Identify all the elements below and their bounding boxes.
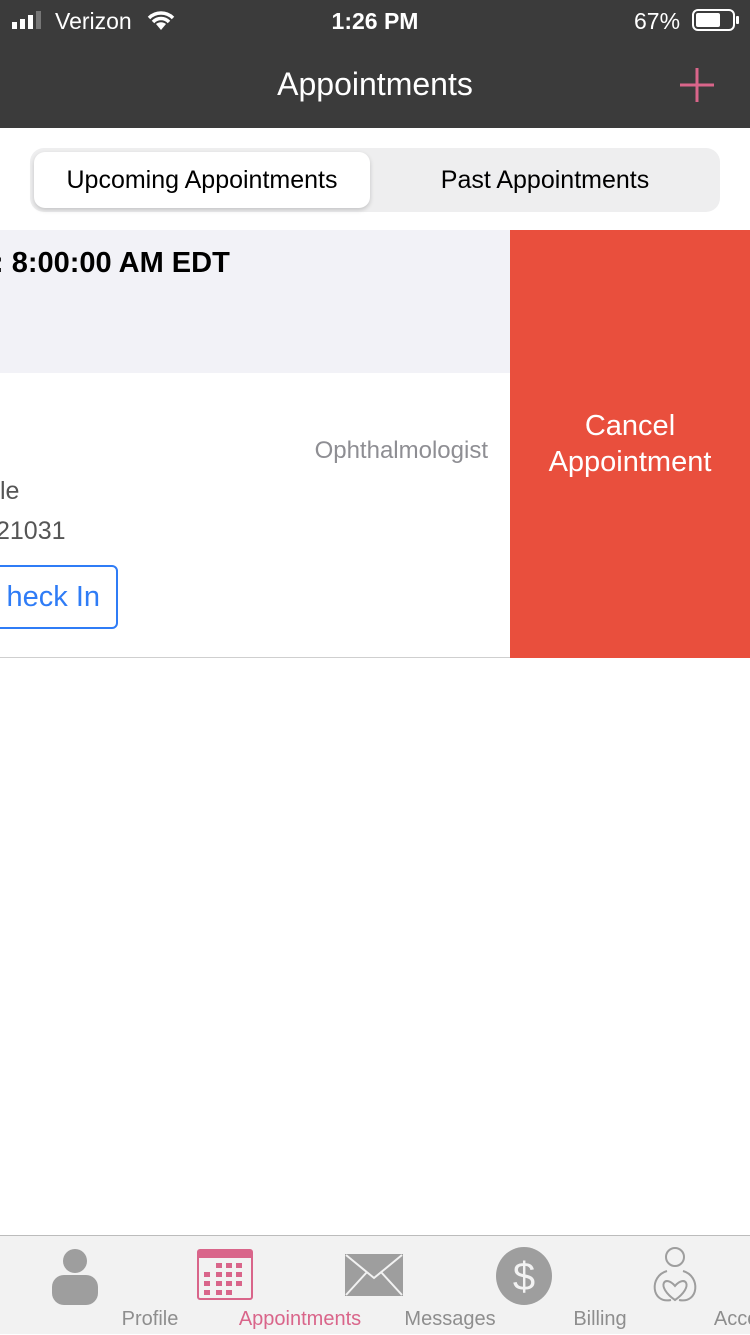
envelope-icon (345, 1254, 403, 1296)
tab-upcoming-appointments[interactable]: Upcoming Appointments (34, 152, 370, 208)
tab-profile[interactable]: Profile (0, 1236, 178, 1335)
appointments-segmented-control: Upcoming Appointments Past Appointments (30, 148, 720, 212)
tab-account[interactable]: Account (600, 1236, 750, 1335)
calendar-icon (197, 1249, 253, 1300)
appointment-header: : 8:00:00 AM EDT (0, 230, 510, 373)
dollar-icon: $ (496, 1247, 552, 1305)
tab-label: Account (713, 1308, 750, 1330)
status-bar: Verizon 1:26 PM 67% (0, 0, 750, 40)
address-zip: 21031 (0, 517, 66, 545)
provider-specialty: Ophthalmologist (314, 437, 488, 464)
top-bar: Verizon 1:26 PM 67% Appointments (0, 0, 750, 128)
appointment-card[interactable]: Ophthalmologist le 21031 heck In (0, 373, 510, 658)
account-heart-icon (653, 1247, 697, 1302)
tab-billing[interactable]: $ Billing (450, 1236, 627, 1335)
tab-past-appointments[interactable]: Past Appointments (374, 152, 716, 208)
address-line: le (0, 477, 20, 505)
cancel-appointment-button[interactable]: Cancel Appointment (510, 230, 750, 658)
tab-appointments[interactable]: Appointments (150, 1236, 361, 1335)
page-title: Appointments (277, 66, 473, 102)
tab-bar: Profile Appointments Messages $ Billing … (0, 1235, 750, 1334)
plus-icon[interactable] (678, 66, 716, 104)
appointment-time: : 8:00:00 AM EDT (0, 247, 230, 279)
tab-messages[interactable]: Messages (300, 1236, 496, 1335)
battery-icon (692, 9, 739, 31)
battery-percent: 67% (634, 8, 681, 34)
check-in-button[interactable]: heck In (0, 565, 118, 629)
cancel-label: Cancel Appointment (548, 410, 712, 478)
person-icon (52, 1249, 98, 1305)
svg-text:$: $ (513, 1255, 535, 1299)
